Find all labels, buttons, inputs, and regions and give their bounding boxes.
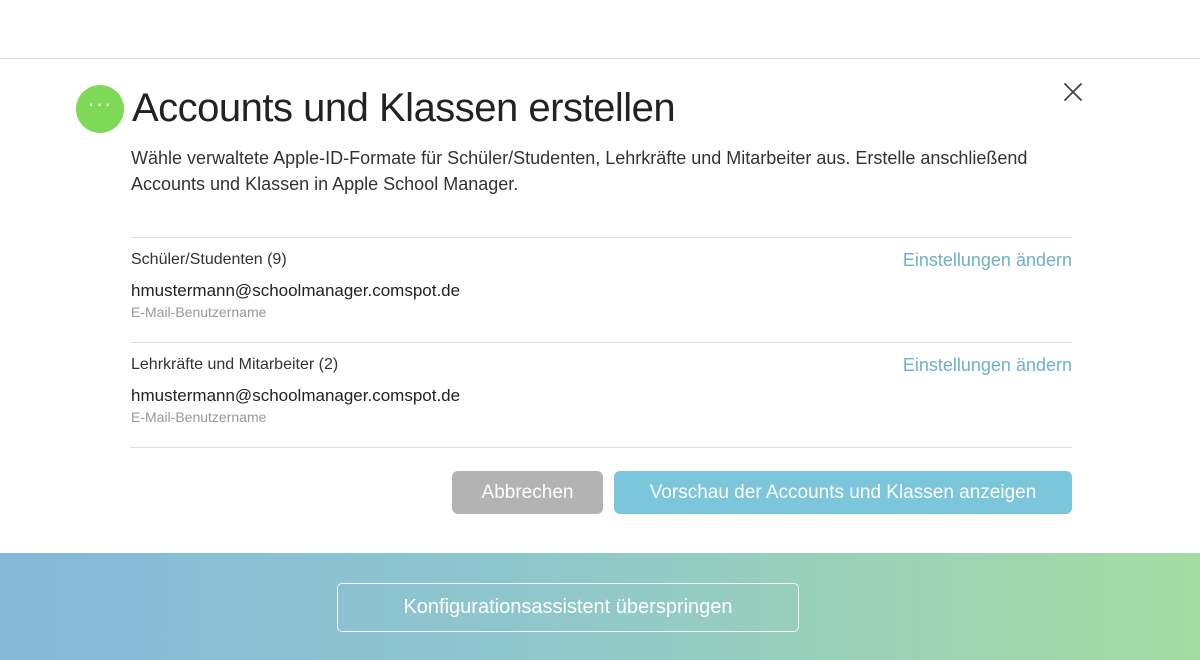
section-title: Lehrkräfte und Mitarbeiter (2) [131,356,339,373]
section-title: Schüler/Studenten (9) [131,251,287,268]
close-icon [1064,83,1082,101]
more-dots-icon: ··· [76,85,124,133]
top-bar [0,0,1200,59]
preview-accounts-button[interactable]: Vorschau der Accounts und Klassen anzeig… [614,471,1072,514]
cancel-button[interactable]: Abbrechen [452,471,603,514]
change-settings-link-students[interactable]: Einstellungen ändern [903,250,1072,271]
section-divider [131,447,1072,448]
email-format-label: E-Mail-Benutzername [131,304,267,320]
create-accounts-dialog: ··· Accounts und Klassen erstellen Wähle… [0,59,1200,553]
email-format-label: E-Mail-Benutzername [131,409,267,425]
section-students: Schüler/Studenten (9) Einstellungen ände… [131,237,1072,342]
section-teachers-staff: Lehrkräfte und Mitarbeiter (2) Einstellu… [131,342,1072,447]
close-button[interactable] [1060,79,1086,105]
footer-bar: Konfigurationsassistent überspringen [0,553,1200,660]
email-format-value: hmustermann@schoolmanager.comspot.de [131,386,461,405]
change-settings-link-staff[interactable]: Einstellungen ändern [903,355,1072,376]
skip-setup-assistant-button[interactable]: Konfigurationsassistent überspringen [337,583,799,632]
dialog-description: Wähle verwaltete Apple-ID-Formate für Sc… [131,148,1028,194]
dialog-title: Accounts und Klassen erstellen [132,86,676,130]
status-icon-glyph: ··· [87,91,113,116]
email-format-value: hmustermann@schoolmanager.comspot.de [131,281,461,300]
